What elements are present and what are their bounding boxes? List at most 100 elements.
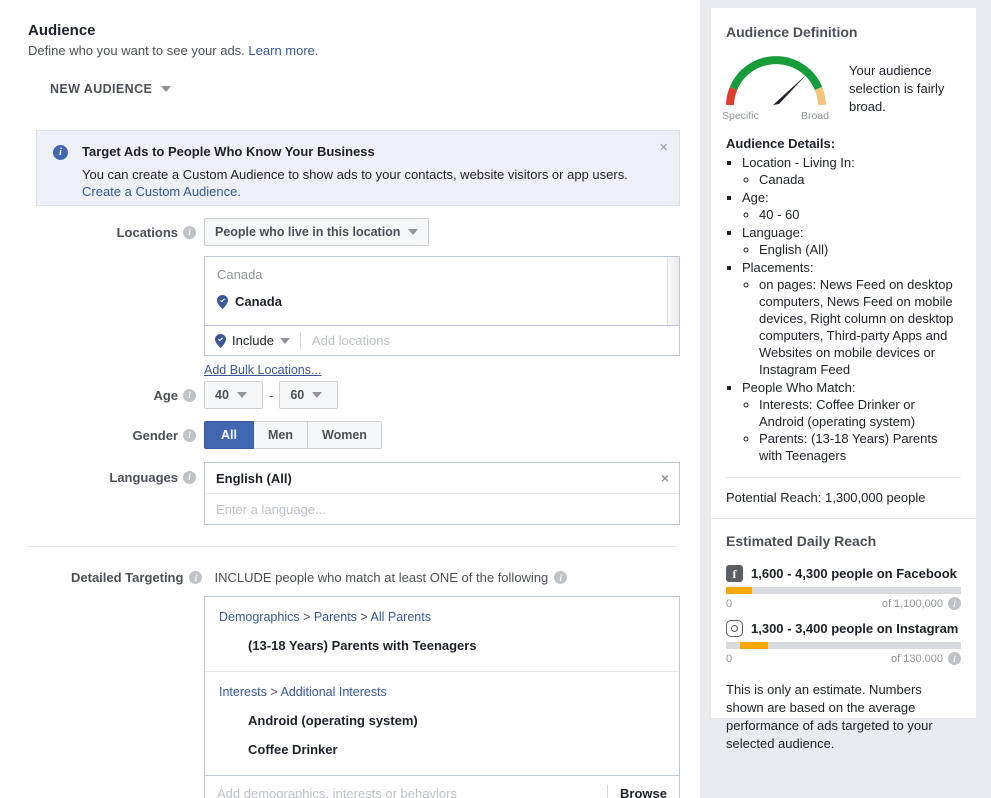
detail-value: Canada — [759, 171, 961, 188]
banner-title: Target Ads to People Who Know Your Busin… — [82, 144, 375, 159]
gender-row: Gender i All Men Women — [28, 421, 382, 449]
gender-option-all[interactable]: All — [204, 421, 254, 449]
include-dropdown[interactable]: Include — [215, 331, 301, 350]
include-label: Include — [232, 333, 274, 348]
chevron-down-icon — [408, 229, 419, 235]
detailed-targeting-label: Detailed Targeting — [71, 570, 184, 585]
locations-input-row: Include Add locations — [205, 325, 679, 355]
languages-label-group: Languages i — [28, 462, 196, 492]
help-icon[interactable]: i — [183, 428, 196, 442]
breadcrumb-link[interactable]: Demographics — [219, 610, 300, 624]
breadcrumb-link[interactable]: Additional Interests — [281, 685, 387, 699]
detail-values: Interests: Coffee Drinker or Android (op… — [759, 396, 961, 464]
audience-details-title: Audience Details: — [726, 136, 836, 151]
age-max-value: 60 — [290, 388, 305, 402]
age-label-group: Age i — [28, 381, 196, 409]
audience-definition-panel: Audience Definition Specific Broad Your … — [711, 8, 976, 751]
map-pin-icon — [217, 294, 228, 309]
help-icon[interactable]: i — [948, 597, 961, 610]
locations-controls: People who live in this location Canada … — [204, 218, 680, 379]
help-icon[interactable]: i — [189, 571, 203, 584]
language-chip: English (All) × — [205, 463, 679, 493]
detail-placements: Placements: on pages: News Feed on deskt… — [742, 259, 961, 378]
audience-definition-title: Audience Definition — [726, 24, 858, 40]
age-min-value: 40 — [215, 388, 229, 402]
help-icon[interactable]: i — [183, 388, 196, 402]
detail-label: Language: — [742, 225, 804, 240]
facebook-icon: f — [726, 565, 743, 582]
language-input[interactable]: Enter a language... — [205, 493, 679, 524]
add-locations-input[interactable]: Add locations — [301, 333, 390, 348]
potential-reach: Potential Reach: 1,300,000 people — [726, 490, 926, 505]
browse-button[interactable]: Browse — [607, 784, 667, 798]
detail-value: Interests: Coffee Drinker or Android (op… — [759, 396, 961, 430]
help-icon[interactable]: i — [183, 225, 196, 239]
new-audience-label: NEW AUDIENCE — [50, 82, 153, 96]
breadcrumb-sep: > — [299, 610, 314, 624]
banner-body: Target Ads to People Who Know Your Busin… — [82, 144, 644, 205]
detail-value: 40 - 60 — [759, 206, 961, 223]
create-custom-audience-link[interactable]: Create a Custom Audience. — [82, 184, 241, 199]
location-chip-label: Canada — [235, 294, 282, 309]
help-icon[interactable]: i — [554, 571, 568, 584]
breadcrumb-link[interactable]: Interests — [219, 685, 267, 699]
targeting-item[interactable]: (13-18 Years) Parents with Teenagers — [248, 638, 665, 653]
detail-people-who-match: People Who Match: Interests: Coffee Drin… — [742, 379, 961, 464]
help-icon[interactable]: i — [948, 652, 961, 665]
detailed-targeting-input[interactable]: Add demographics, interests or behaviors — [217, 786, 457, 798]
breadcrumb-sep: > — [266, 685, 281, 699]
locations-group-label: Canada — [217, 267, 263, 282]
breadcrumb-sep: > — [356, 610, 371, 624]
locations-scrollbar[interactable] — [667, 257, 679, 325]
chevron-down-icon — [236, 392, 247, 398]
banner-description: You can create a Custom Audience to show… — [82, 167, 628, 182]
instagram-reach-bar-fill — [740, 642, 769, 649]
instagram-reach-text: 1,300 - 3,400 people on Instagram — [751, 621, 959, 636]
detail-value: Parents: (13-18 Years) Parents with Teen… — [759, 430, 961, 464]
age-controls: 40 - 60 — [204, 381, 339, 409]
facebook-reach-bar-fill — [726, 587, 752, 594]
estimated-daily-reach-title: Estimated Daily Reach — [726, 533, 877, 549]
instagram-bar-min: 0 — [726, 652, 733, 665]
location-chip-canada[interactable]: Canada — [217, 294, 667, 309]
instagram-reach-line: 1,300 - 3,400 people on Instagram — [726, 620, 961, 637]
learn-more-link[interactable]: Learn more — [248, 43, 314, 58]
help-icon[interactable]: i — [183, 470, 196, 484]
detail-language: Language: English (All) — [742, 224, 961, 258]
languages-box: English (All) × Enter a language... — [204, 462, 680, 525]
remove-language-icon[interactable]: × — [661, 470, 669, 486]
targeting-item[interactable]: Android (operating system) — [248, 713, 665, 728]
detailed-targeting-header: Detailed Targeting i INCLUDE people who … — [71, 570, 568, 585]
gender-option-men[interactable]: Men — [254, 421, 308, 449]
languages-label: Languages — [109, 469, 178, 485]
breadcrumb-link[interactable]: All Parents — [371, 610, 431, 624]
ads-manager-audience-screen: Audience Define who you want to see your… — [0, 0, 991, 798]
page-subtitle-period: . — [314, 43, 319, 58]
targeting-breadcrumb: Demographics > Parents > All Parents — [219, 610, 665, 624]
map-pin-icon — [215, 333, 226, 348]
language-chip-label: English (All) — [216, 470, 292, 486]
add-bulk-locations-link[interactable]: Add Bulk Locations... — [204, 363, 321, 377]
close-icon[interactable]: × — [659, 140, 668, 155]
daily-reach-row-instagram: 1,300 - 3,400 people on Instagram 0 of 1… — [726, 620, 961, 665]
location-type-dropdown[interactable]: People who live in this location — [204, 218, 430, 246]
instagram-bar-total: of 130,000 — [891, 652, 943, 665]
breadcrumb-link[interactable]: Parents — [314, 610, 357, 624]
gender-segmented-control: All Men Women — [204, 421, 382, 449]
detail-values: on pages: News Feed on desktop computers… — [759, 276, 961, 378]
targeting-item[interactable]: Coffee Drinker — [248, 742, 665, 757]
locations-row: Locations i People who live in this loca… — [28, 218, 680, 379]
facebook-bar-legend: 0 of 1,100,000 i — [726, 597, 961, 610]
new-audience-selector[interactable]: NEW AUDIENCE — [50, 82, 700, 96]
facebook-bar-min: 0 — [726, 597, 733, 610]
gauge-icon — [726, 56, 826, 106]
audience-panel: Audience Define who you want to see your… — [0, 0, 700, 798]
targeting-group: Demographics > Parents > All Parents (13… — [205, 597, 679, 671]
gauge-label-broad: Broad — [800, 110, 829, 122]
detail-values: 40 - 60 — [759, 206, 961, 223]
gender-option-women[interactable]: Women — [308, 421, 382, 449]
age-min-dropdown[interactable]: 40 — [204, 381, 263, 409]
gauge-label-specific: Specific — [722, 110, 759, 122]
age-max-dropdown[interactable]: 60 — [279, 381, 339, 409]
custom-audience-banner: i Target Ads to People Who Know Your Bus… — [36, 130, 680, 206]
